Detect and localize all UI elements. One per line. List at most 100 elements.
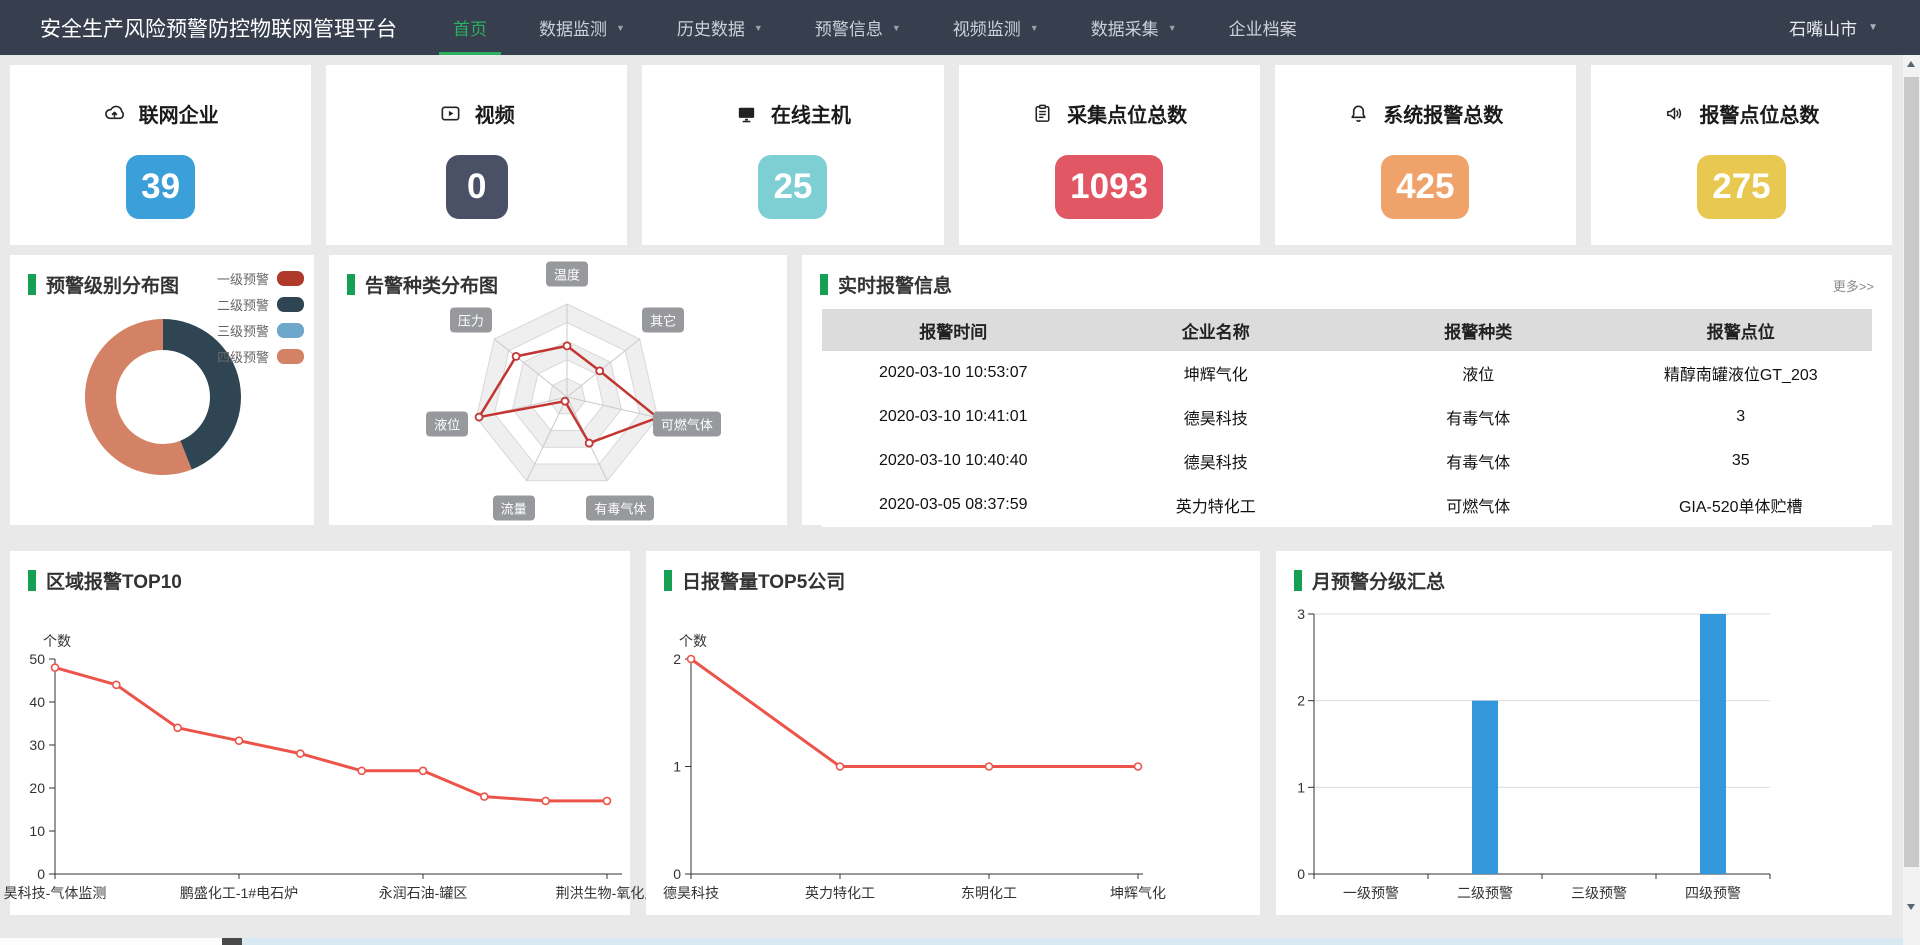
scrollbar[interactable] — [1903, 55, 1920, 945]
line-data-point — [420, 767, 427, 774]
nav-item-warning-info[interactable]: 预警信息▼ — [789, 0, 927, 55]
region-label: 石嘴山市 — [1789, 15, 1857, 40]
radar-data-point — [564, 342, 571, 349]
x-tick-label: 四级预警 — [1685, 885, 1741, 901]
card-title-text: 预警级别分布图 — [46, 271, 179, 298]
nav-item-history-data[interactable]: 历史数据▼ — [651, 0, 789, 55]
chevron-down-icon: ▼ — [1168, 23, 1177, 33]
x-tick-label: 永润石油-罐区 — [379, 885, 468, 901]
warning-level-card: 预警级别分布图 一级预警二级预警三级预警四级预警 — [10, 255, 314, 525]
table-row[interactable]: 2020-03-05 08:37:59英力特化工可燃气体GIA-520单体贮槽 — [822, 483, 1872, 527]
table-cell: 液位 — [1347, 351, 1610, 395]
donut-legend: 一级预警二级预警三级预警四级预警 — [217, 269, 304, 373]
radar-data-point — [513, 353, 520, 360]
daily-alarm-top5-card: 日报警量TOP5公司 个数012德昊科技英力特化工东明化工坤辉气化 — [646, 551, 1260, 915]
scrollbar-down-arrow-icon[interactable] — [1903, 897, 1920, 917]
stat-value-badge: 39 — [126, 155, 195, 219]
line-data-point — [688, 656, 695, 663]
chevron-down-icon: ▼ — [616, 23, 625, 33]
nav-item-enterprise-archives[interactable]: 企业档案 — [1203, 0, 1323, 55]
chevron-down-icon: ▼ — [892, 23, 901, 33]
card-title: 日报警量TOP5公司 — [664, 567, 845, 594]
table-row[interactable]: 2020-03-10 10:53:07坤辉气化液位精醇南罐液位GT_203 — [822, 351, 1872, 395]
nav-menu: 首页数据监测▼历史数据▼预警信息▼视频监测▼数据采集▼企业档案 — [427, 0, 1323, 55]
y-axis-title: 个数 — [43, 633, 71, 649]
title-bar-accent — [347, 274, 355, 295]
footer-strip — [0, 938, 1920, 945]
y-tick-label: 50 — [29, 651, 45, 667]
line-data-point — [837, 763, 844, 770]
x-tick-label: 德昊科技 — [663, 885, 719, 901]
radar-axis-label: 液位 — [426, 412, 468, 437]
table-cell: 坤辉气化 — [1085, 351, 1348, 395]
stat-card-alarm-points-total: 报警点位总数275 — [1591, 65, 1892, 245]
nav-item-label: 企业档案 — [1229, 15, 1297, 40]
region-alarm-top10-chart: 个数01020304050昊科技-气体监测鹏盛化工-1#电石炉永润石油-罐区荆洪… — [10, 551, 630, 915]
navbar: 安全生产风险预警防控物联网管理平台 首页数据监测▼历史数据▼预警信息▼视频监测▼… — [0, 0, 1920, 55]
card-title: 实时报警信息 — [820, 271, 952, 298]
nav-item-home[interactable]: 首页 — [427, 0, 513, 55]
table-row[interactable]: 2020-03-10 10:41:01德昊科技有毒气体3 — [822, 395, 1872, 439]
line-data-point — [604, 797, 611, 804]
radar-data-point — [561, 398, 568, 405]
card-title-text: 日报警量TOP5公司 — [682, 567, 845, 594]
y-axis-title: 个数 — [679, 633, 707, 649]
table-header-cell: 报警时间 — [822, 309, 1085, 351]
stat-label: 视频 — [475, 99, 515, 128]
more-link[interactable]: 更多>> — [1833, 276, 1874, 295]
table-cell: 德昊科技 — [1085, 395, 1348, 439]
x-tick-label: 昊科技-气体监测 — [4, 885, 107, 901]
line-data-point — [1135, 763, 1142, 770]
legend-item[interactable]: 一级预警 — [217, 269, 304, 288]
bell-icon — [1347, 102, 1370, 125]
speaker-icon — [1663, 102, 1686, 125]
radar-data-point — [586, 440, 593, 447]
legend-swatch — [277, 271, 304, 286]
table-cell: 可燃气体 — [1347, 483, 1610, 527]
line-data-point — [358, 767, 365, 774]
y-tick-label: 1 — [1297, 779, 1305, 795]
scrollbar-up-arrow-icon[interactable] — [1903, 55, 1920, 75]
stats-row: 联网企业39视频0在线主机25采集点位总数1093系统报警总数425报警点位总数… — [10, 65, 1892, 245]
y-tick-label: 40 — [29, 694, 45, 710]
legend-label: 三级预警 — [217, 321, 269, 340]
line-data-point — [481, 793, 488, 800]
table-header-row: 报警时间企业名称报警种类报警点位 — [822, 309, 1872, 351]
legend-swatch — [277, 323, 304, 338]
table-cell: 35 — [1610, 439, 1873, 483]
stat-value-badge: 25 — [758, 155, 827, 219]
chevron-down-icon: ▼ — [1030, 23, 1039, 33]
nav-item-data-collection[interactable]: 数据采集▼ — [1065, 0, 1203, 55]
legend-item[interactable]: 三级预警 — [217, 321, 304, 340]
stat-value-badge: 0 — [446, 155, 508, 219]
x-tick-label: 二级预警 — [1457, 885, 1513, 901]
legend-item[interactable]: 二级预警 — [217, 295, 304, 314]
y-tick-label: 0 — [1297, 866, 1305, 882]
legend-item[interactable]: 四级预警 — [217, 347, 304, 366]
cloud-upload-icon — [103, 102, 126, 125]
radar-axis-label: 压力 — [450, 308, 492, 333]
chevron-down-icon: ▼ — [754, 23, 763, 33]
x-tick-label: 三级预警 — [1571, 885, 1627, 901]
stat-card-online-hosts: 在线主机25 — [642, 65, 943, 245]
nav-item-data-monitoring[interactable]: 数据监测 ▼ — [513, 0, 651, 55]
table-body: 2020-03-10 10:53:07坤辉气化液位精醇南罐液位GT_203202… — [822, 351, 1872, 527]
scrollbar-thumb[interactable] — [1904, 77, 1919, 867]
y-tick-label: 1 — [673, 759, 681, 775]
stat-label: 系统报警总数 — [1383, 99, 1503, 128]
region-selector[interactable]: 石嘴山市 ▼ — [1789, 15, 1878, 40]
nav-item-label: 数据监测 — [539, 15, 607, 40]
alarm-type-card: 告警种类分布图 温度其它可燃气体有毒气体流量液位压力 — [329, 255, 787, 525]
radar-data-point — [596, 367, 603, 374]
line-data-point — [986, 763, 993, 770]
x-tick-label: 英力特化工 — [805, 885, 875, 901]
table-row[interactable]: 2020-03-10 10:40:40德昊科技有毒气体35 — [822, 439, 1872, 483]
legend-swatch — [277, 297, 304, 312]
radar-axis-label: 其它 — [642, 308, 684, 333]
title-bar-accent — [28, 274, 36, 295]
y-tick-label: 0 — [673, 866, 681, 882]
line-data-point — [236, 737, 243, 744]
video-play-icon — [439, 102, 462, 125]
nav-item-video-monitoring[interactable]: 视频监测▼ — [927, 0, 1065, 55]
title-bar-accent — [664, 570, 672, 591]
